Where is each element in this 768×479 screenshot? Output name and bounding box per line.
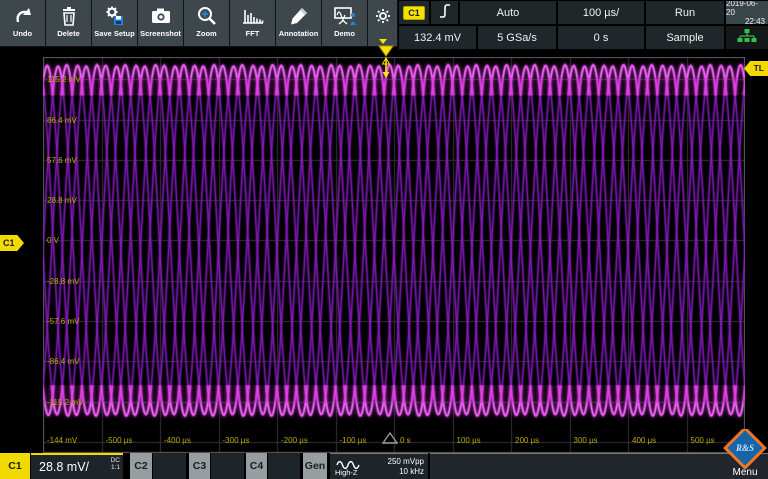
trigger-level-cell[interactable]: 132.4 mV <box>399 26 476 49</box>
tab-generator[interactable]: Gen <box>303 453 327 479</box>
screenshot-label: Screenshot <box>140 29 181 39</box>
channel-1-scale: 28.8 mV/ <box>39 460 89 474</box>
generator-frequency: 10 kHz <box>399 467 424 476</box>
demo-button[interactable]: Demo <box>322 0 367 46</box>
rising-edge-icon <box>438 3 452 22</box>
oscilloscope-screen: Undo Delete Save Setup Screenshot <box>0 0 768 479</box>
lan-icon <box>737 28 757 47</box>
tab-channel-3[interactable]: C3 <box>189 453 210 479</box>
channel-3-settings-panel[interactable] <box>211 453 244 479</box>
camera-icon <box>150 3 172 29</box>
channel-2-settings-panel[interactable] <box>153 453 186 479</box>
tab-channel-4[interactable]: C4 <box>246 453 267 479</box>
delete-button[interactable]: Delete <box>46 0 91 46</box>
gear-icon <box>375 3 391 29</box>
toolbar-settings-button[interactable] <box>368 0 397 46</box>
time-value: 22:43 <box>745 17 765 24</box>
acquisition-state-value: Run <box>675 7 695 19</box>
trigger-source-cell[interactable]: C1 <box>399 1 429 24</box>
sample-rate-cell[interactable]: 5 GSa/s <box>478 26 556 49</box>
undo-label: Undo <box>13 29 32 39</box>
trigger-mode-cell[interactable]: Auto <box>460 1 556 24</box>
demo-label: Demo <box>334 29 355 39</box>
zoom-button[interactable]: Zoom <box>184 0 229 46</box>
screenshot-button[interactable]: Screenshot <box>138 0 183 46</box>
tab-channel-2[interactable]: C2 <box>130 453 152 479</box>
menu-button[interactable]: R&S Menu <box>722 429 768 479</box>
timebase-value: 100 µs/ <box>583 7 619 19</box>
trash-icon <box>59 3 79 29</box>
rs-logo: R&S <box>722 429 768 469</box>
date-value: 2019-06-20 <box>726 1 765 17</box>
generator-impedance: High-Z <box>335 468 358 477</box>
generator-amplitude: 250 mVpp <box>388 457 424 466</box>
delete-label: Delete <box>57 29 80 39</box>
channel-1-settings-panel[interactable]: 28.8 mV/ DC 1:1 <box>31 453 123 479</box>
channel-1-coupling: DC 1:1 <box>111 457 120 471</box>
acquisition-state-cell[interactable]: Run <box>646 1 724 24</box>
undo-icon <box>12 3 34 29</box>
annotation-button[interactable]: Annotation <box>276 0 321 46</box>
menu-label: Menu <box>722 467 768 478</box>
fft-button[interactable]: FFT <box>230 0 275 46</box>
gear-save-icon <box>104 3 126 29</box>
save-setup-button[interactable]: Save Setup <box>92 0 137 46</box>
spectrum-icon <box>241 3 265 29</box>
tab-channel-1[interactable]: C1 <box>0 453 30 479</box>
datetime-display: 2019-06-20 22:43 <box>726 1 768 24</box>
acquisition-mode-value: Sample <box>666 32 703 44</box>
magnifier-plus-icon <box>196 3 218 29</box>
presentation-icon <box>333 3 357 29</box>
trigger-position-marker[interactable] <box>377 44 395 85</box>
waveform-trace <box>43 57 745 453</box>
sample-rate-value: 5 GSa/s <box>497 32 537 44</box>
trigger-mode-value: Auto <box>497 7 520 19</box>
acquisition-mode-cell[interactable]: Sample <box>646 26 724 49</box>
annotation-label: Annotation <box>279 29 319 39</box>
network-status-cell <box>726 26 768 49</box>
channel-badge: C1 <box>403 6 425 20</box>
undo-button[interactable]: Undo <box>0 0 45 46</box>
channel-4-settings-panel[interactable] <box>268 453 300 479</box>
svg-text:R&S: R&S <box>735 443 754 453</box>
trigger-level-value: 132.4 mV <box>414 32 461 44</box>
fft-label: FFT <box>246 29 260 39</box>
waveform-display[interactable]: 115.2 mV86.4 mV57.6 mV28.8 mV0 V-28.8 mV… <box>43 57 745 453</box>
save-setup-label: Save Setup <box>94 29 134 39</box>
channel-position-marker[interactable]: C1 <box>0 235 24 251</box>
horizontal-position-cell[interactable]: 0 s <box>558 26 644 49</box>
zoom-label: Zoom <box>196 29 216 39</box>
timebase-cell[interactable]: 100 µs/ <box>558 1 644 24</box>
toolbar: Undo Delete Save Setup Screenshot <box>0 0 398 47</box>
bottom-bar-spacer <box>430 453 768 479</box>
trigger-slope-cell[interactable] <box>431 1 458 24</box>
generator-settings-panel[interactable]: High-Z 250 mVpp 10 kHz <box>330 453 428 479</box>
trigger-time-marker[interactable] <box>382 431 398 449</box>
horizontal-position-value: 0 s <box>594 32 609 44</box>
pencil-icon <box>288 3 310 29</box>
trigger-level-marker[interactable]: TL <box>744 61 768 76</box>
